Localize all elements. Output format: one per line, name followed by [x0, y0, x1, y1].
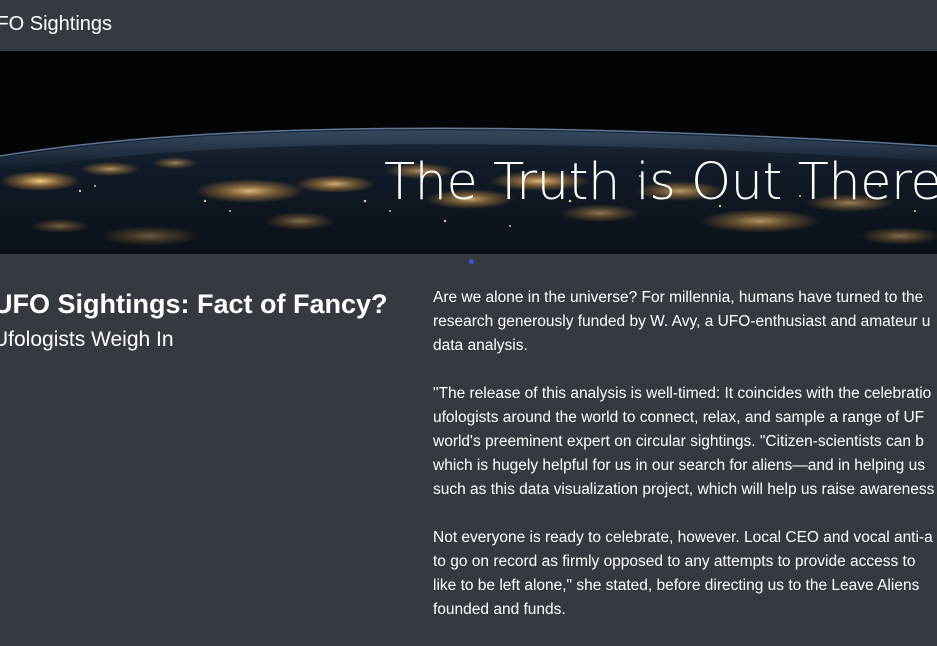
paragraph-line: which is hugely helpful for us in our se… [433, 457, 925, 474]
paragraph-line: data analysis. [433, 337, 528, 354]
navbar: UFO Sightings [0, 0, 937, 51]
article-body: Are we alone in the universe? For millen… [433, 286, 937, 646]
paragraph-line: ufologists around the world to connect, … [433, 409, 925, 426]
article-subtitle: Ufologists Weigh In [0, 328, 174, 351]
article-paragraph: Not everyone is ready to celebrate, howe… [433, 526, 937, 622]
article-title: UFO Sightings: Fact of Fancy? [0, 289, 388, 319]
article-paragraph: "The release of this analysis is well-ti… [433, 382, 937, 502]
navbar-brand[interactable]: UFO Sightings [0, 12, 112, 36]
paragraph-line: Not everyone is ready to celebrate, howe… [433, 529, 933, 546]
paragraph-line: such as this data visualization project,… [433, 481, 935, 498]
paragraph-line: like to be left alone," she stated, befo… [433, 577, 920, 594]
carousel-indicator[interactable] [469, 259, 474, 264]
paragraph-line: founded and funds. [433, 601, 566, 618]
paragraph-line: to go on record as firmly opposed to any… [433, 553, 916, 570]
paragraph-line: research generously funded by W. Avy, a … [433, 313, 931, 330]
paragraph-line: Are we alone in the universe? For millen… [433, 289, 924, 306]
paragraph-line: "The release of this analysis is well-ti… [433, 385, 932, 402]
paragraph-line: world's preeminent expert on circular si… [433, 433, 924, 450]
hero-banner: The Truth is Out There [0, 51, 937, 254]
article-paragraph: Are we alone in the universe? For millen… [433, 286, 937, 358]
hero-title: The Truth is Out There [384, 153, 937, 213]
